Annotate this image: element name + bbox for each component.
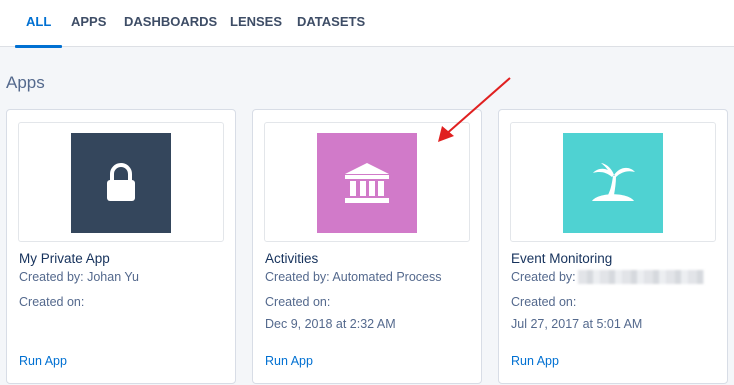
created-by-label: Created by: [511,270,576,284]
app-tabs-bar: ALL APPS DASHBOARDS LENSES DATASETS [0,0,734,48]
app-thumbnail[interactable] [510,122,716,242]
bank-icon [345,163,389,203]
app-name: Activities [265,251,319,266]
created-by: Created by: Johan Yu [19,270,139,284]
tab-dashboards[interactable]: DASHBOARDS [124,0,217,47]
tab-all[interactable]: ALL [14,0,63,48]
app-tile [317,133,417,233]
tab-datasets[interactable]: DATASETS [297,0,365,47]
app-tile [563,133,663,233]
tab-lenses[interactable]: LENSES [230,0,282,47]
created-on-label: Created on: [19,295,85,309]
lock-icon [107,163,135,201]
run-app-link[interactable]: Run App [19,354,67,368]
tab-apps[interactable]: APPS [71,0,106,47]
app-name: My Private App [19,251,110,266]
island-icon [592,163,635,201]
created-by: Created by: [511,270,704,284]
app-card-my-private-app: My Private App Created by: Johan Yu Crea… [6,109,236,384]
created-on-value: Jul 27, 2017 at 5:01 AM [511,317,643,331]
section-title: Apps [6,73,45,92]
created-on-value: Dec 9, 2018 at 2:32 AM [265,317,396,331]
created-by: Created by: Automated Process [265,270,442,284]
app-tile [71,133,171,233]
app-card-event-monitoring: Event Monitoring Created by: Created on:… [498,109,728,384]
redacted-name [577,270,704,284]
created-on-label: Created on: [265,295,331,309]
app-name: Event Monitoring [511,251,613,266]
created-on-label: Created on: [511,295,577,309]
app-thumbnail[interactable] [18,122,224,242]
run-app-link[interactable]: Run App [265,354,313,368]
annotation-arrow [438,77,511,142]
run-app-link[interactable]: Run App [511,354,559,368]
